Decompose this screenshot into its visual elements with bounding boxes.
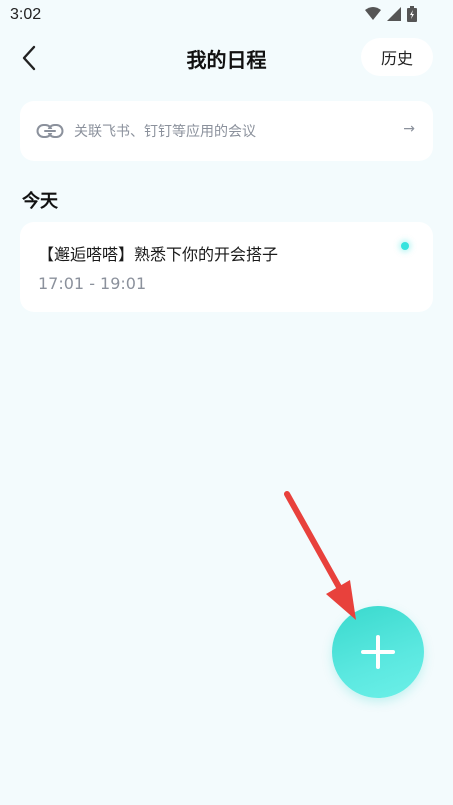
link-icon: [36, 121, 64, 141]
add-schedule-button[interactable]: [332, 606, 424, 698]
wifi-icon: [365, 7, 381, 20]
battery-icon: [407, 6, 417, 22]
status-time: 3:02: [10, 6, 42, 23]
status-icons: [365, 6, 417, 22]
event-status-dot: [401, 242, 409, 250]
link-meetings-text: 关联飞书、钉钉等应用的会议: [74, 124, 256, 140]
arrow-right-icon: →: [403, 121, 415, 137]
header: 我的日程 历史: [0, 36, 453, 80]
event-time: 17:01 - 19:01: [38, 274, 147, 293]
history-button[interactable]: 历史: [361, 38, 433, 76]
event-card[interactable]: 【邂逅嗒嗒】熟悉下你的开会搭子 17:01 - 19:01: [20, 222, 433, 312]
event-title: 【邂逅嗒嗒】熟悉下你的开会搭子: [38, 245, 279, 264]
section-title-today: 今天: [22, 191, 58, 212]
signal-icon: [387, 7, 401, 21]
status-bar: 3:02: [0, 0, 453, 30]
link-meetings-card[interactable]: 关联飞书、钉钉等应用的会议 →: [20, 101, 433, 161]
plus-icon: [361, 635, 395, 669]
